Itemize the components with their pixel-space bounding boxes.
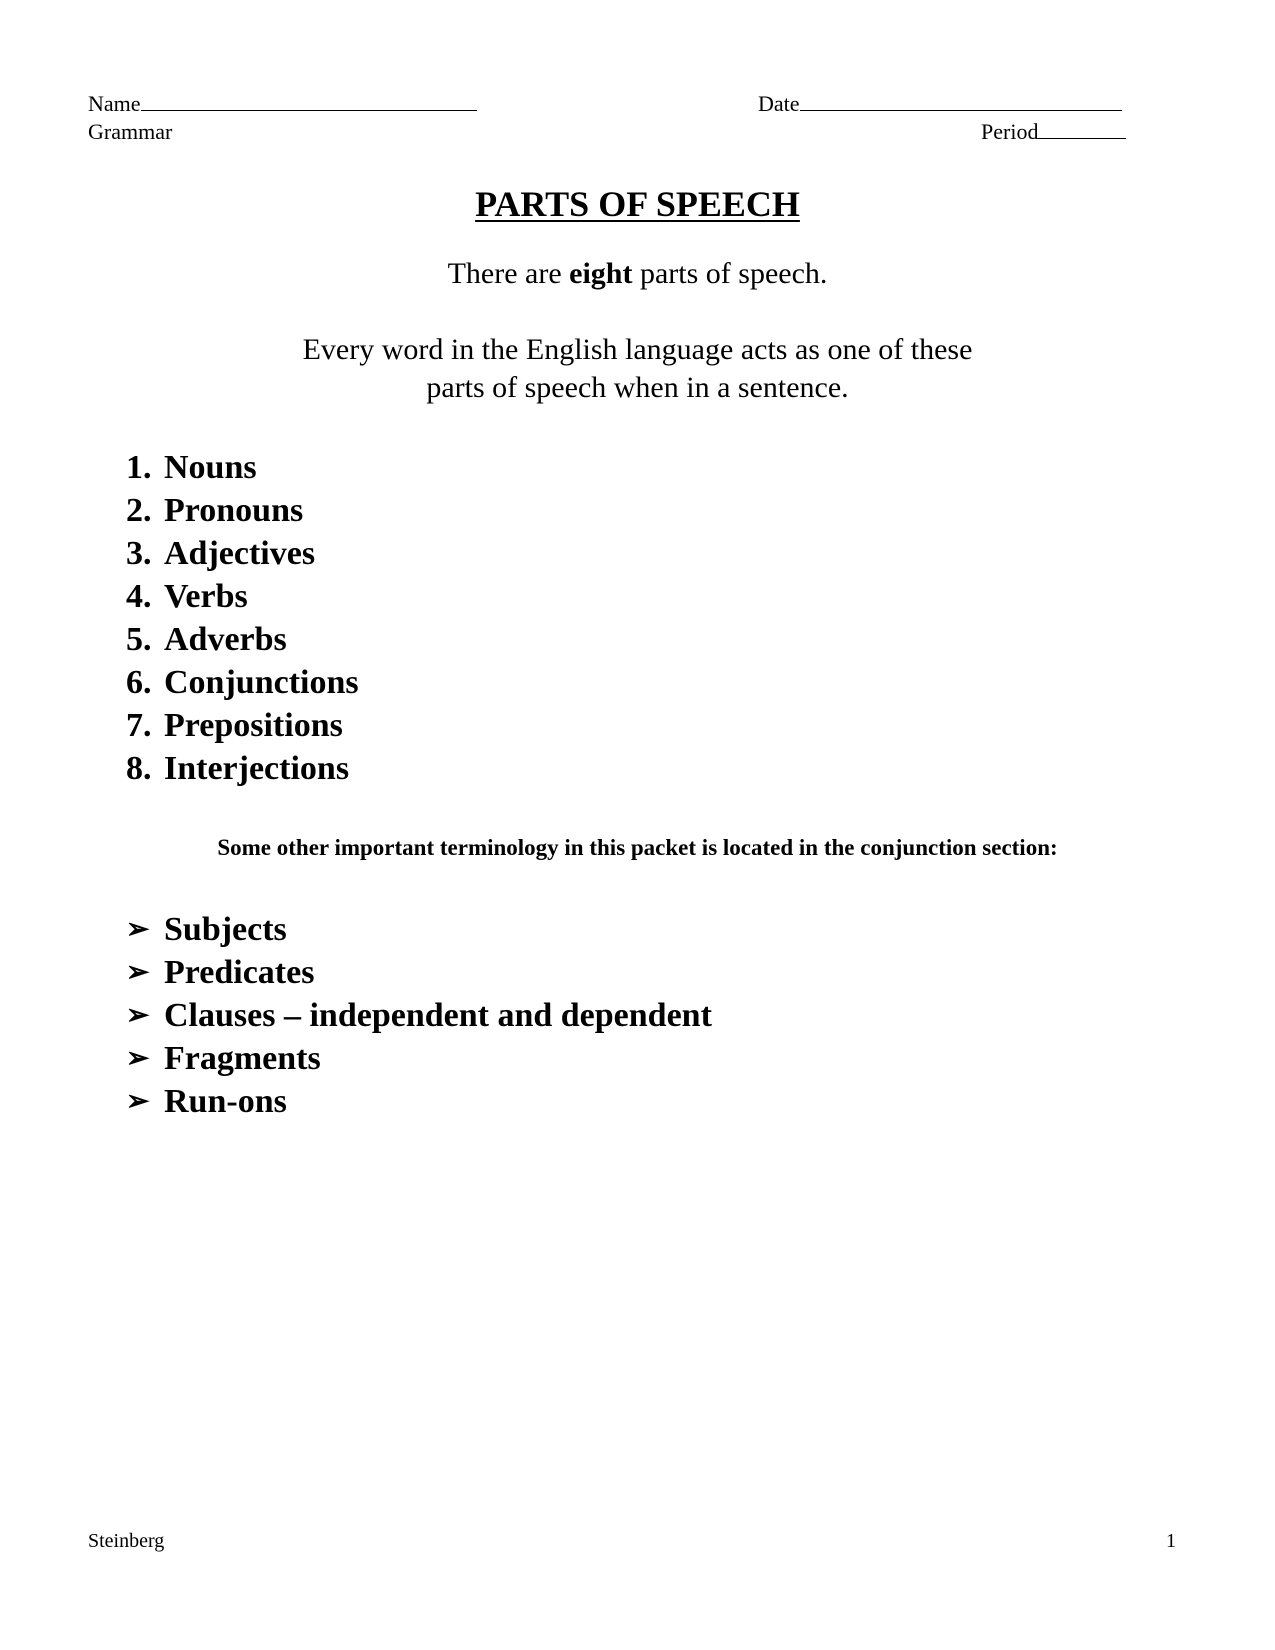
period-blank-line[interactable] [1038,137,1127,139]
list-label: Adverbs [164,621,287,658]
list-item: 7. Prepositions [126,704,359,747]
list-item: 6. Conjunctions [126,661,359,704]
date-label: Date [758,91,800,116]
arrowhead-bullet-icon: ➢ [126,1000,150,1031]
footer-author: Steinberg [88,1530,165,1552]
list-item: 5. Adverbs [126,618,359,661]
list-item: 1. Nouns [126,446,359,489]
list-label: Run-ons [164,1083,287,1120]
terminology-list: ➢ Subjects ➢ Predicates ➢ Clauses – independe… [126,908,712,1123]
list-number: 2. [126,492,152,529]
list-number: 4. [126,578,152,615]
terminology-note: Some other important terminology in this… [217,835,1058,860]
list-item: ➢ Fragments [126,1037,712,1080]
list-label: Fragments [164,1040,321,1077]
list-label: Prepositions [164,707,343,744]
arrowhead-bullet-icon: ➢ [126,1043,150,1074]
list-number: 7. [126,707,152,744]
page-number: 1 [1166,1530,1176,1552]
list-label: Verbs [164,578,248,615]
list-number: 3. [126,535,152,572]
list-item: ➢ Clauses – independent and dependent [126,994,712,1037]
description-line-2: parts of speech when in a sentence. [426,371,849,404]
date-field[interactable]: Date [758,91,1122,117]
intro-text-after: parts of speech. [632,257,828,290]
name-field[interactable]: Name [88,91,477,117]
intro-sentence: There are eight parts of speech. [0,257,1275,291]
list-number: 1. [126,449,152,486]
list-item: 3. Adjectives [126,532,359,575]
list-item: ➢ Predicates [126,951,712,994]
list-item: ➢ Subjects [126,908,712,951]
list-item: ➢ Run-ons [126,1080,712,1123]
arrowhead-bullet-icon: ➢ [126,957,150,988]
list-label: Clauses – independent and dependent [164,997,712,1034]
page-title: PARTS OF SPEECH [475,184,800,224]
intro-emphasis: eight [569,257,633,290]
arrowhead-bullet-icon: ➢ [126,914,150,945]
list-label: Adjectives [164,535,316,572]
period-field[interactable]: Period [981,119,1127,145]
name-blank-line[interactable] [140,109,477,111]
list-number: 5. [126,621,152,658]
subject-label: Grammar [88,119,173,144]
list-number: 6. [126,664,152,701]
date-blank-line[interactable] [799,109,1122,111]
list-item: 2. Pronouns [126,489,359,532]
list-item: 4. Verbs [126,575,359,618]
arrowhead-bullet-icon: ➢ [126,1086,150,1117]
list-label: Subjects [164,911,287,948]
parts-of-speech-list: 1. Nouns 2. Pronouns 3. Adjectives 4. Verbs 5. Ad… [126,446,359,790]
list-label: Conjunctions [164,664,359,701]
intro-text-before: There are [447,257,570,290]
description-line-1: Every word in the English language acts … [302,333,973,366]
list-label: Pronouns [164,492,304,529]
list-label: Predicates [164,954,315,991]
name-label: Name [88,91,141,116]
list-number: 8. [126,750,152,787]
list-item: 8. Interjections [126,747,359,790]
list-label: Interjections [164,750,350,787]
period-label: Period [981,119,1039,144]
list-label: Nouns [164,449,257,486]
